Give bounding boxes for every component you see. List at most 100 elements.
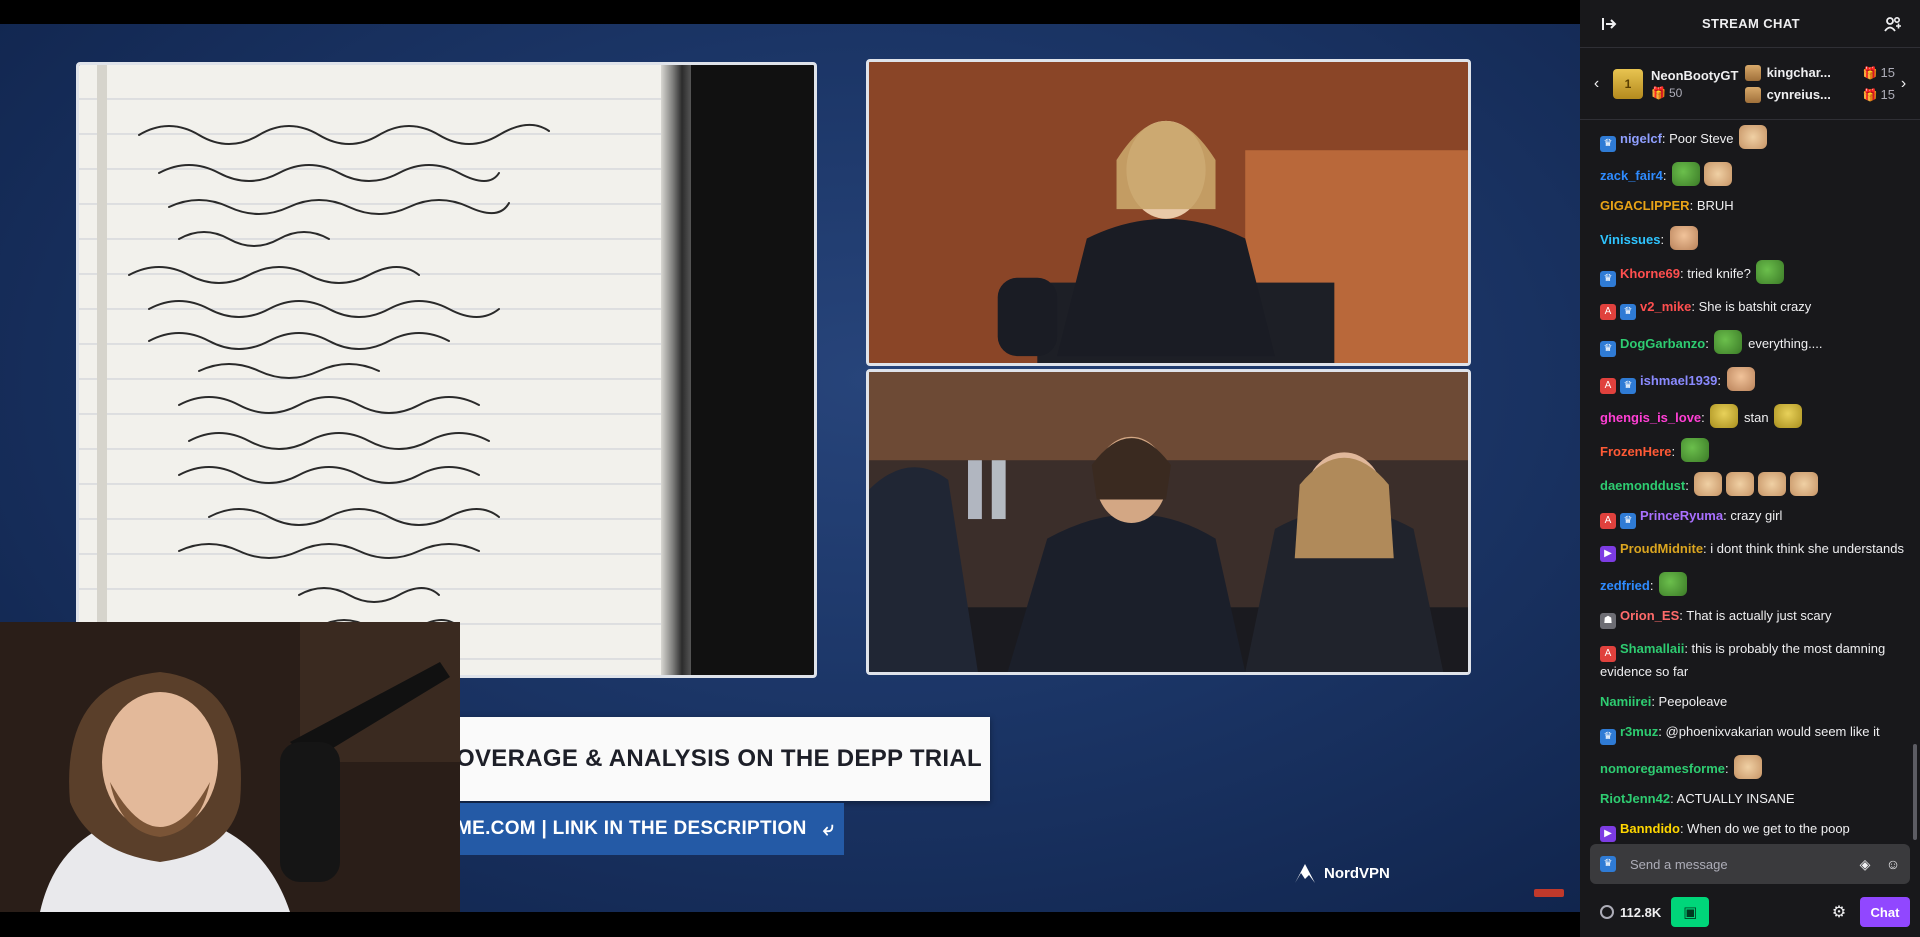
leaderboard-entry-count-row: 🎁 15 — [1863, 87, 1895, 102]
chat-message: ♛ nigelcf: Poor Steve — [1600, 120, 1904, 157]
leaderboard-prev-chevron-icon[interactable]: ‹ — [1588, 75, 1605, 93]
stream-chat-panel: STREAM CHAT ‹ 1 NeonBootyGT 🎁 50 kingchar… — [1580, 0, 1920, 937]
chat-username[interactable]: r3muz — [1620, 724, 1658, 739]
community-users-icon[interactable] — [1880, 11, 1906, 37]
leaderboard-top-gifter[interactable]: 1 NeonBootyGT 🎁 50 — [1613, 68, 1741, 100]
hand-emote-icon[interactable] — [1734, 755, 1763, 779]
chat-username[interactable]: ishmael1939 — [1640, 373, 1717, 388]
leaderboard-others: kingchar... 🎁 15 cynreius... 🎁 15 — [1744, 64, 1895, 103]
chat-message: FrozenHere: — [1600, 433, 1904, 467]
banner-main-text: OVERAGE & ANALYSIS ON THE DEPP TRIAL — [456, 745, 982, 772]
chat-message-list[interactable]: ♛ nigelcf: Poor Steve zack_fair4: GIGACLI… — [1580, 120, 1914, 845]
hand-emote-icon[interactable] — [1790, 472, 1819, 496]
chat-username[interactable]: ProudMidnite — [1620, 541, 1703, 556]
chat-username[interactable]: GIGACLIPPER — [1600, 198, 1690, 213]
chat-message-text: i dont think think she understands — [1710, 541, 1904, 556]
hand-emote-icon[interactable] — [1758, 472, 1787, 496]
chat-username[interactable]: Khorne69 — [1620, 266, 1680, 281]
moderator-badge-icon[interactable]: A — [1600, 513, 1616, 529]
chat-username[interactable]: Shamallaii — [1620, 641, 1684, 656]
return-arrow-icon: ⤶ — [822, 817, 835, 840]
chat-username[interactable]: Banndido — [1620, 821, 1680, 836]
gift-icon: 🎁 — [1862, 87, 1878, 102]
chat-username[interactable]: v2_mike — [1640, 299, 1691, 314]
chat-username[interactable]: nomoregamesforme — [1600, 761, 1725, 776]
bits-icon[interactable]: ◈ — [1856, 856, 1874, 873]
chat-message-text: stan — [1744, 410, 1769, 425]
chat-username[interactable]: zedfried — [1600, 578, 1650, 593]
chat-username[interactable]: Vinissues — [1600, 232, 1660, 247]
hand-emote-icon[interactable] — [1739, 125, 1768, 149]
chat-scrollbar[interactable] — [1913, 744, 1917, 840]
send-chat-button[interactable]: Chat — [1860, 897, 1910, 927]
chat-message: A Shamallaii: this is probably the most d… — [1600, 641, 1886, 679]
streamer-webcam — [0, 622, 460, 912]
subscriber-badge-icon[interactable]: ♛ — [1600, 856, 1616, 872]
chat-message: zack_fair4: — [1600, 157, 1904, 191]
video-player[interactable]: OVERAGE & ANALYSIS ON THE DEPP TRIAL ME.… — [0, 0, 1580, 937]
leaderboard-entry[interactable]: kingchar... 🎁 15 — [1744, 64, 1895, 81]
moderator-badge-icon[interactable]: A — [1600, 304, 1616, 320]
subscriber-badge-icon[interactable]: ♛ — [1600, 271, 1616, 287]
chat-username[interactable]: DogGarbanzo — [1620, 336, 1705, 351]
emote-picker-icon[interactable]: ☺ — [1884, 856, 1902, 872]
chat-input[interactable] — [1630, 856, 1846, 872]
face-emote-icon[interactable] — [1669, 226, 1698, 250]
face-emote-icon[interactable] — [1726, 367, 1755, 391]
top-gifter-count: 50 — [1668, 85, 1683, 100]
pepe-emote-icon[interactable] — [1680, 438, 1709, 462]
banner-sub-text: ME.COM | LINK IN THE DESCRIPTION — [456, 818, 807, 839]
notebook-spine — [661, 65, 691, 675]
chat-message: GIGACLIPPER: BRUH — [1600, 198, 1734, 213]
pepe-emote-icon[interactable] — [1714, 330, 1743, 354]
leaderboard-entry-count: 15 — [1880, 87, 1895, 102]
chat-username[interactable]: zack_fair4 — [1600, 168, 1663, 183]
chat-username[interactable]: daemonddust — [1600, 478, 1685, 493]
defendant-camera-panel — [866, 369, 1471, 675]
chat-message-text: @phoenixvakarian would seem like it — [1665, 724, 1880, 739]
prime-badge-icon[interactable]: ▶ — [1600, 826, 1616, 842]
chat-message: ▶ Banndido: When do we get to the poop — [1600, 814, 1904, 845]
chat-username[interactable]: RiotJenn42 — [1600, 791, 1670, 806]
founder-badge-icon[interactable]: ☗ — [1600, 613, 1616, 629]
chat-message: Vinissues: — [1600, 221, 1904, 255]
chat-username[interactable]: FrozenHere — [1600, 444, 1672, 459]
chat-username[interactable]: Orion_ES — [1620, 608, 1679, 623]
subscriber-badge-icon[interactable]: ♛ — [1600, 136, 1616, 152]
gift-icon: 🎁 — [1651, 85, 1666, 100]
hand-emote-icon[interactable] — [1694, 472, 1723, 496]
letter-evidence-panel — [76, 62, 817, 678]
chat-message-text: everything.... — [1748, 336, 1823, 351]
chat-message-text: tried knife? — [1687, 266, 1751, 281]
chat-username[interactable]: PrinceRyuma — [1640, 508, 1723, 523]
pepe-emote-icon[interactable] — [1659, 572, 1688, 596]
yellow-emote-icon[interactable] — [1710, 404, 1739, 428]
collapse-chat-icon[interactable] — [1596, 11, 1622, 37]
moderator-badge-icon[interactable]: A — [1600, 646, 1616, 662]
prime-badge-icon[interactable]: ▶ — [1600, 546, 1616, 562]
chat-settings-gear-icon[interactable]: ⚙ — [1824, 897, 1854, 927]
claim-bonus-button[interactable]: ▣ — [1671, 897, 1710, 927]
leaderboard-entry[interactable]: cynreius... 🎁 15 — [1744, 86, 1895, 103]
hand-emote-icon[interactable] — [1726, 472, 1755, 496]
overlay-banner-sub: ME.COM | LINK IN THE DESCRIPTION ⤶ — [456, 803, 844, 855]
chat-message: ☗ Orion_ES: That is actually just scary — [1600, 601, 1904, 634]
chat-message-text: That is actually just scary — [1686, 608, 1832, 623]
subscriber-badge-icon[interactable]: ♛ — [1620, 513, 1636, 529]
pepe-emote-icon[interactable] — [1756, 260, 1785, 284]
chat-username[interactable]: nigelcf — [1620, 131, 1662, 146]
channel-points[interactable]: 112.8K — [1590, 905, 1661, 920]
leaderboard-entry-count-row: 🎁 15 — [1863, 65, 1895, 80]
yellow-emote-icon[interactable] — [1774, 404, 1803, 428]
pepe-emote-icon[interactable] — [1672, 162, 1701, 186]
subscriber-badge-icon[interactable]: ♛ — [1620, 378, 1636, 394]
chat-username[interactable]: ghengis_is_love — [1600, 410, 1701, 425]
sponsor-name: NordVPN — [1324, 864, 1390, 882]
moderator-badge-icon[interactable]: A — [1600, 378, 1616, 394]
chat-username[interactable]: Namiirei — [1600, 694, 1651, 709]
leaderboard-next-chevron-icon[interactable]: › — [1895, 75, 1912, 93]
subscriber-badge-icon[interactable]: ♛ — [1620, 304, 1636, 320]
subscriber-badge-icon[interactable]: ♛ — [1600, 729, 1616, 745]
subscriber-badge-icon[interactable]: ♛ — [1600, 341, 1616, 357]
hand-emote-icon[interactable] — [1704, 162, 1733, 186]
